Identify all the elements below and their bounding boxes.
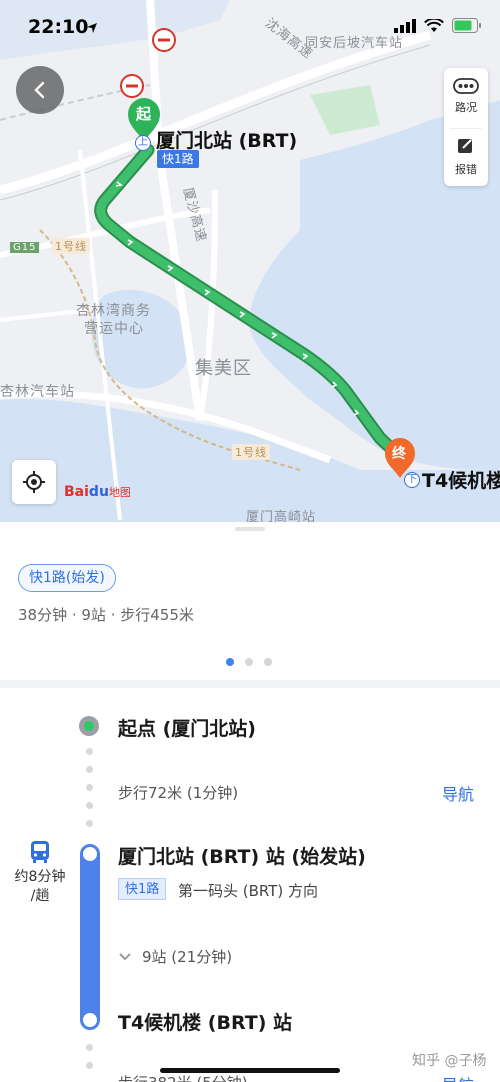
g15-label: G15 <box>10 242 40 253</box>
route-summary-card[interactable]: 快1路(始发) 38分钟 · 9站 · 步行455米 <box>0 522 500 680</box>
route-meta: 38分钟 · 9站 · 步行455米 <box>18 606 194 624</box>
side-panel-divider <box>450 128 482 129</box>
walk-dot <box>86 820 93 827</box>
crosshair-icon <box>23 471 45 493</box>
status-time: 22:10 <box>28 16 89 38</box>
gaoqi-label: 厦门高崎站 <box>246 510 317 522</box>
drag-handle[interactable] <box>235 527 265 531</box>
wifi-icon <box>424 18 444 32</box>
walk-dot <box>86 766 93 773</box>
route-tag: 快1路(始发) <box>18 564 116 592</box>
board-stop-icon: 上 <box>135 135 151 151</box>
walk-step-2: 步行382米 (5分钟) <box>118 1072 248 1082</box>
report-error-label: 报错 <box>455 163 477 176</box>
no-entry-icon <box>152 28 176 52</box>
status-bar: 22:10 <box>0 0 500 58</box>
location-arrow-icon <box>87 23 97 33</box>
alight-stop-marker <box>80 1010 100 1030</box>
alight-stop-icon: 下 <box>404 472 420 488</box>
back-button[interactable] <box>16 66 64 114</box>
no-entry-icon-2 <box>120 74 144 98</box>
logo-map-text: 地图 <box>108 486 131 499</box>
walk-dot <box>86 1062 93 1069</box>
signal-icon <box>394 18 416 33</box>
board-station-title: 厦门北站 (BRT) 站 (始发站) <box>118 846 366 868</box>
bus-route-line <box>80 846 100 1028</box>
metro-label-bottom: 1号线 <box>232 444 270 460</box>
logo-du: du <box>88 484 109 500</box>
traffic-button[interactable]: 路况 <box>444 78 488 115</box>
page-dot-3[interactable] <box>264 658 272 666</box>
chevron-left-icon <box>34 81 45 99</box>
walk-dot <box>86 1044 93 1051</box>
battery-icon <box>452 18 481 33</box>
end-marker-text: 终 <box>392 446 406 462</box>
end-station-label: T4候机楼 <box>422 470 500 492</box>
frequency-line-2: /趟 <box>30 888 50 904</box>
map-tools-panel: 路况 报错 <box>444 68 488 186</box>
walk-dot <box>86 802 93 809</box>
traffic-label: 路况 <box>455 101 477 114</box>
baidu-map-logo: Baidu地图 <box>64 484 131 500</box>
page-indicator[interactable] <box>226 658 272 666</box>
walk-2-navigate-link[interactable]: 导航 <box>442 1072 474 1082</box>
start-marker-text: 起 <box>136 105 152 123</box>
status-icons <box>394 18 482 33</box>
frequency-line-1: 约8分钟 <box>14 869 66 885</box>
board-stop-marker <box>80 844 100 864</box>
bus-frequency: 约8分钟 /趟 <box>8 840 72 906</box>
metro-label-top: 1号线 <box>52 238 90 254</box>
start-point-icon <box>79 716 99 736</box>
bus-line-badge[interactable]: 快1路 <box>118 878 167 900</box>
section-separator <box>0 680 500 688</box>
locate-button[interactable] <box>12 460 56 504</box>
route-map[interactable]: 沈海高速 同安后坡汽车站 厦沙高速 1号线 G15 杏林湾商务 营运中心 集美区… <box>0 0 500 522</box>
home-indicator[interactable] <box>160 1068 340 1073</box>
start-point-title: 起点 (厦门北站) <box>118 718 256 740</box>
logo-bai: Bai <box>64 484 89 500</box>
xinglin-label-2: 营运中心 <box>84 321 144 337</box>
walk-dot <box>86 748 93 755</box>
stops-toggle[interactable]: 9站 (21分钟) <box>118 946 232 967</box>
traffic-icon <box>453 78 479 94</box>
alight-station-title: T4候机楼 (BRT) 站 <box>118 1012 292 1034</box>
page-dot-1[interactable] <box>226 658 234 666</box>
report-error-button[interactable]: 报错 <box>444 136 488 177</box>
page-dot-2[interactable] <box>245 658 253 666</box>
walk-dot <box>86 784 93 791</box>
chevron-down-icon <box>119 953 131 961</box>
xinglin-label-1: 杏林湾商务 <box>76 303 151 319</box>
stops-count: 9站 (21分钟) <box>142 948 233 966</box>
walk-step-1: 步行72米 (1分钟) <box>118 784 239 802</box>
bus-line-direction: 第一码头 (BRT) 方向 <box>178 882 319 900</box>
route-steps: 起点 (厦门北站) 步行72米 (1分钟) 导航 约8分钟 /趟 厦门北站 (B… <box>0 688 500 1082</box>
watermark: 知乎 @子杨 <box>412 1053 487 1069</box>
bus-icon <box>31 841 49 863</box>
edit-icon <box>458 139 472 153</box>
bus-station-label: 杏林汽车站 <box>0 384 75 400</box>
start-station-label: 厦门北站 (BRT) <box>156 130 298 152</box>
walk-1-navigate-link[interactable]: 导航 <box>442 781 474 805</box>
start-line-badge: 快1路 <box>157 150 199 168</box>
district-label: 集美区 <box>195 358 252 379</box>
